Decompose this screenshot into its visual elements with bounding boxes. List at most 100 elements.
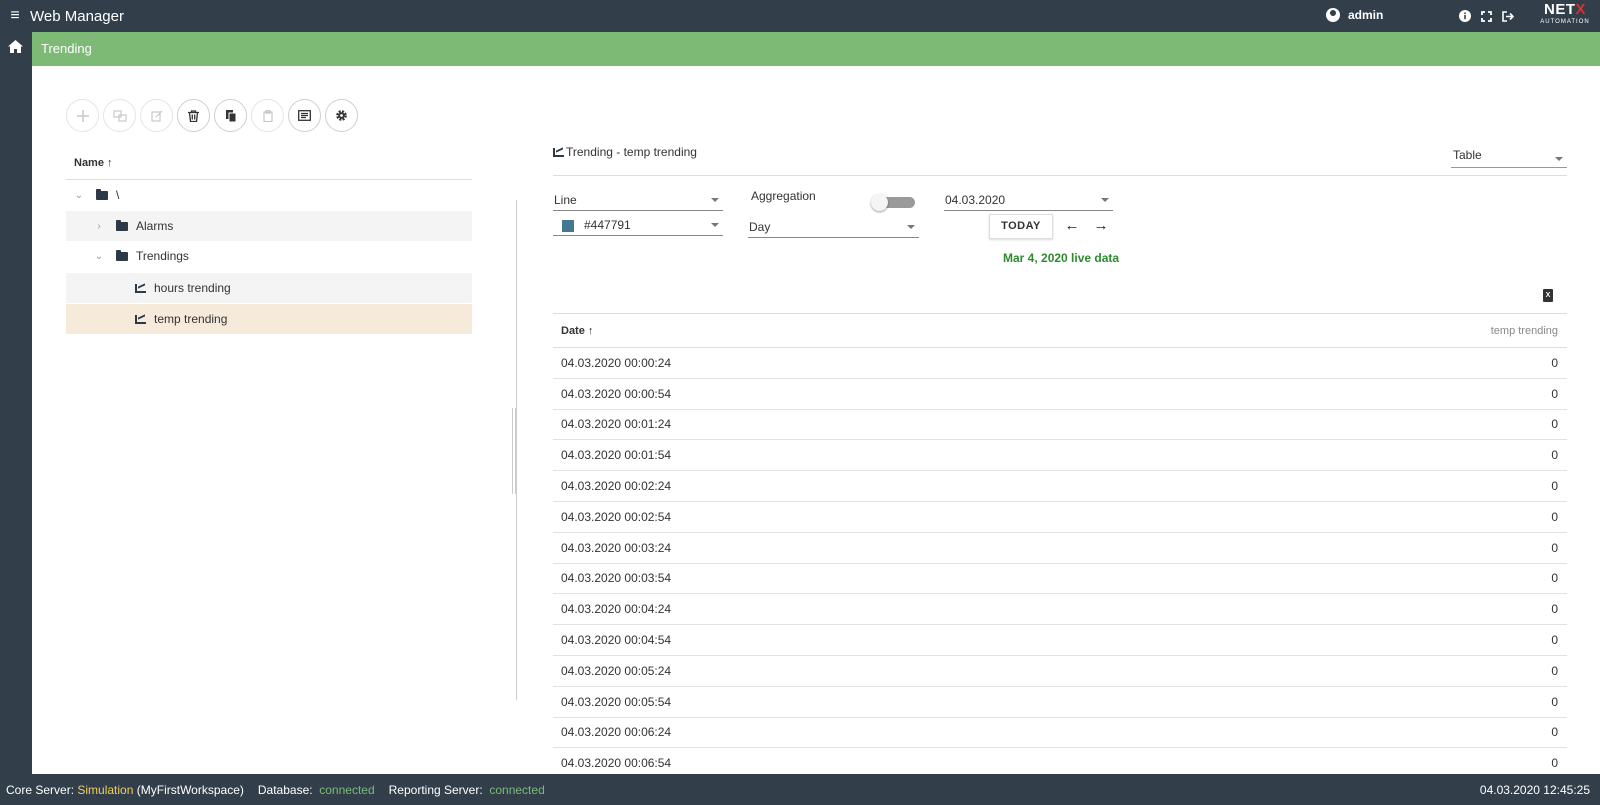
caret-down-icon	[1555, 157, 1563, 161]
status-bar: Core Server: Simulation (MyFirstWorkspac…	[0, 774, 1600, 805]
aggregation-label: Aggregation	[751, 189, 816, 203]
table-row[interactable]: 04.03.2020 00:01:54 0	[553, 440, 1567, 472]
aggregation-period-select[interactable]: Day	[748, 216, 919, 238]
home-icon[interactable]	[8, 40, 23, 56]
core-server-label: Core Server:	[6, 782, 75, 797]
chevron-down-icon[interactable]: ⌄	[94, 251, 104, 262]
caret-down-icon	[711, 198, 719, 202]
user-name: admin	[1348, 8, 1384, 22]
row-value: 0	[1551, 756, 1558, 771]
view-mode-value: Table	[1453, 148, 1482, 162]
date-column-header[interactable]: Date ↑	[561, 325, 593, 337]
table-row[interactable]: 04.03.2020 00:03:24 0	[553, 533, 1567, 564]
table-row[interactable]: 04.03.2020 00:01:24 0	[553, 410, 1567, 441]
table-row[interactable]: 04.03.2020 00:00:54 0	[553, 379, 1567, 410]
row-date: 04.03.2020 00:04:24	[561, 602, 672, 617]
tree-column-header[interactable]: Name ↑	[66, 147, 472, 180]
row-value: 0	[1551, 663, 1558, 678]
tree-item-label: Alarms	[136, 219, 174, 233]
tree-item-hours-trending[interactable]: hours trending	[66, 273, 472, 303]
row-date: 04.03.2020 00:00:54	[561, 386, 672, 401]
row-date: 04.03.2020 00:03:54	[561, 571, 672, 586]
table-row[interactable]: 04.03.2020 00:06:24 0	[553, 718, 1567, 749]
tree-item-temp-trending[interactable]: temp trending	[66, 304, 472, 334]
aggregation-toggle[interactable]	[871, 194, 915, 211]
reporting-server-status: connected	[489, 782, 545, 797]
table-body: 04.03.2020 00:00:24 0 04.03.2020 00:00:54 0…	[553, 348, 1567, 780]
row-value: 0	[1551, 633, 1558, 648]
trending-title-text: Trending - temp trending	[566, 145, 697, 159]
date-value: 04.03.2020	[945, 193, 1006, 207]
fullscreen-icon[interactable]	[1479, 9, 1493, 23]
database-status: connected	[319, 782, 375, 797]
app-title: Web Manager	[30, 7, 124, 25]
view-mode-select[interactable]: Table	[1451, 148, 1567, 168]
tree-item-trendings[interactable]: ⌄ Trendings	[66, 241, 472, 271]
today-button[interactable]: TODAY	[989, 214, 1053, 239]
color-select[interactable]: #447791	[553, 214, 723, 236]
tree-toolbar	[66, 99, 358, 132]
tree-item-label: temp trending	[154, 312, 228, 326]
row-value: 0	[1551, 725, 1558, 740]
tree-item-label: hours trending	[154, 281, 231, 295]
table-row[interactable]: 04.03.2020 00:02:54 0	[553, 502, 1567, 533]
logout-icon[interactable]	[1501, 9, 1515, 23]
database-label: Database:	[257, 782, 313, 797]
account-icon	[1326, 8, 1340, 22]
row-value: 0	[1551, 571, 1558, 586]
table-row[interactable]: 04.03.2020 00:03:54 0	[553, 564, 1567, 595]
splitter-grip[interactable]	[512, 408, 516, 494]
chart-type-select[interactable]: Line	[553, 189, 723, 211]
next-day-button[interactable]: →	[1092, 217, 1110, 235]
table-row[interactable]: 04.03.2020 00:05:54 0	[553, 687, 1567, 718]
row-date: 04.03.2020 00:01:54	[561, 448, 672, 463]
excel-export-icon[interactable]: X	[1543, 289, 1553, 302]
paste-button[interactable]	[251, 99, 284, 132]
table-row[interactable]: 04.03.2020 00:04:24 0	[553, 594, 1567, 626]
move-button[interactable]	[103, 99, 136, 132]
caret-down-icon	[711, 223, 719, 227]
chevron-right-icon[interactable]: ›	[94, 221, 104, 232]
tree-item-alarms[interactable]: › Alarms	[66, 211, 472, 241]
tree-root[interactable]: ⌄ \	[66, 180, 472, 210]
caret-down-icon	[907, 225, 915, 229]
delete-button[interactable]	[177, 99, 210, 132]
add-button[interactable]	[66, 99, 99, 132]
date-picker[interactable]: 04.03.2020	[944, 189, 1113, 211]
row-value: 0	[1551, 448, 1558, 463]
edit-button[interactable]	[140, 99, 173, 132]
color-swatch	[562, 219, 574, 232]
reporting-server-label: Reporting Server:	[388, 782, 483, 797]
page-title: Trending	[32, 32, 1600, 66]
live-data-status: Mar 4, 2020 live data	[1003, 251, 1120, 265]
tree-item-label: Trendings	[136, 249, 189, 263]
user-menu[interactable]: admin	[1326, 8, 1383, 22]
info-icon[interactable]	[1458, 9, 1472, 23]
panel-splitter[interactable]	[516, 200, 517, 700]
image-export-button[interactable]	[288, 99, 321, 132]
data-table: Date ↑ temp trending 04.03.2020 00:00:24…	[553, 313, 1567, 780]
table-row[interactable]: 04.03.2020 00:05:24 0	[553, 656, 1567, 687]
table-row[interactable]: 04.03.2020 00:02:24 0	[553, 471, 1567, 502]
chart-icon	[135, 283, 146, 293]
row-value: 0	[1551, 479, 1558, 494]
chevron-down-icon[interactable]: ⌄	[74, 190, 84, 201]
row-value: 0	[1551, 540, 1558, 555]
chart-icon	[135, 314, 146, 324]
row-value: 0	[1551, 509, 1558, 524]
chart-type-value: Line	[554, 193, 577, 207]
previous-day-button[interactable]: ←	[1063, 217, 1081, 235]
table-row[interactable]: 04.03.2020 00:00:24 0	[553, 348, 1567, 379]
row-date: 04.03.2020 00:06:24	[561, 725, 672, 740]
row-date: 04.03.2020 00:01:24	[561, 417, 672, 432]
settings-button[interactable]	[325, 99, 358, 132]
menu-icon[interactable]: ≡	[0, 7, 30, 25]
row-value: 0	[1551, 694, 1558, 709]
toggle-knob	[871, 194, 888, 211]
aggregation-period-value: Day	[749, 220, 771, 234]
value-column-header[interactable]: temp trending	[1491, 325, 1558, 337]
tree-root-label: \	[116, 188, 120, 202]
copy-button[interactable]	[214, 99, 247, 132]
table-row[interactable]: 04.03.2020 00:04:54 0	[553, 625, 1567, 656]
folder-icon	[96, 188, 108, 200]
